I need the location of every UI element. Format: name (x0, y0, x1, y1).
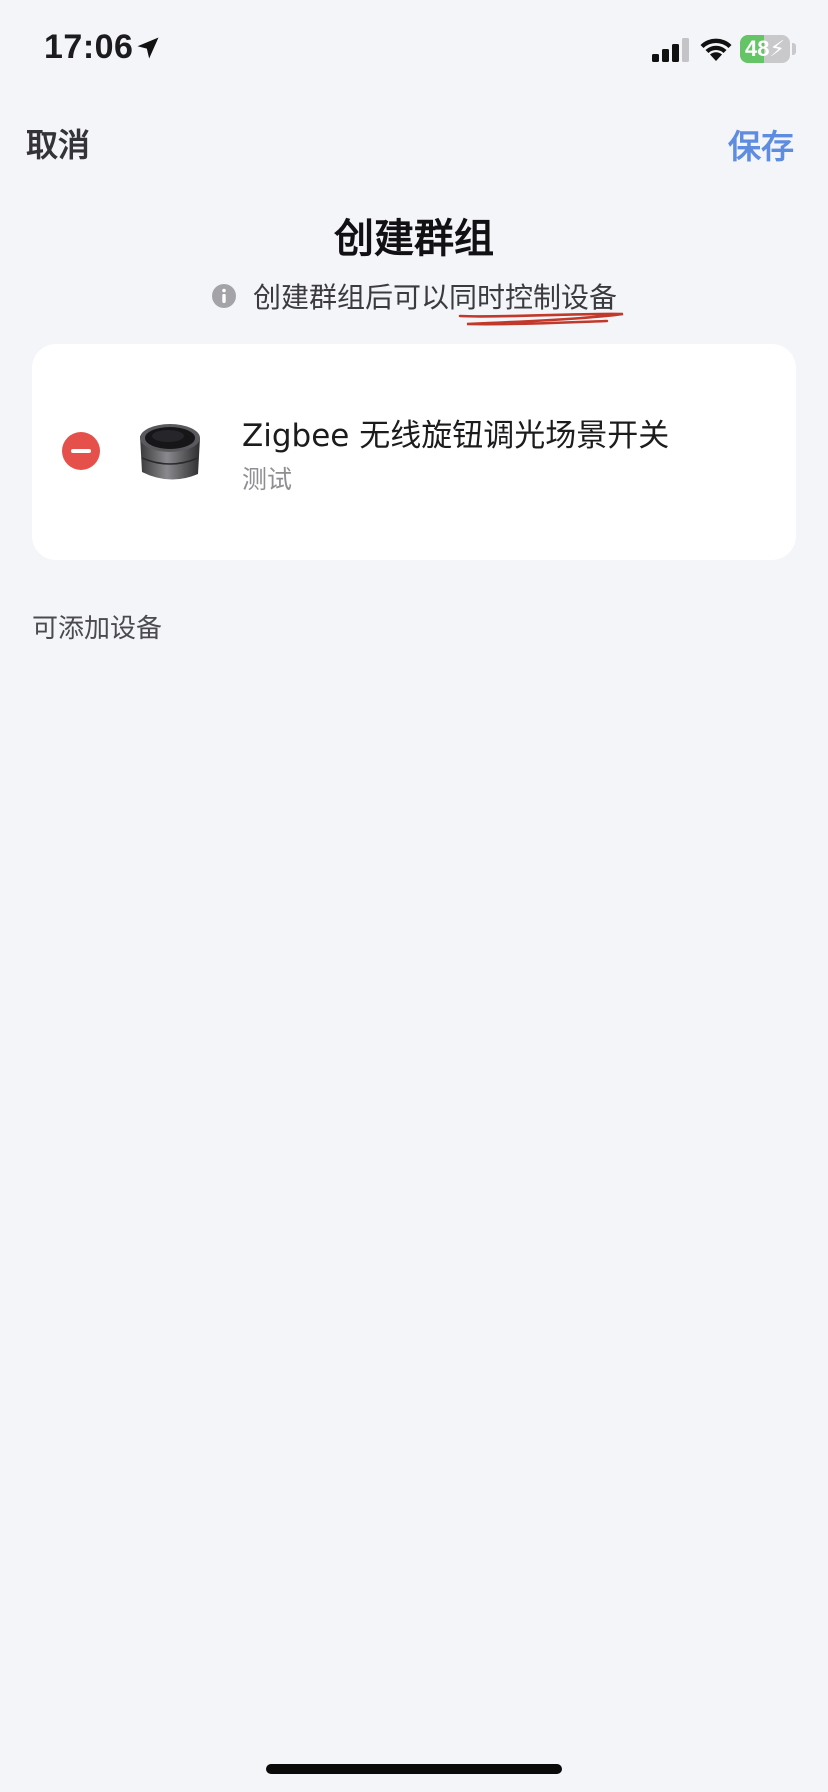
battery-level-text: 48⚡ (745, 36, 785, 61)
status-bar: 17:06 48⚡ (0, 0, 828, 100)
location-arrow-icon (137, 37, 159, 59)
signal-bars-icon (652, 38, 689, 62)
device-room: 测试 (242, 465, 293, 494)
selected-device-card: Zigbee 无线旋钮调光场景开关 测试 (32, 344, 796, 560)
battery-charging-icon: ⚡ (769, 36, 785, 61)
info-icon (211, 284, 236, 308)
wifi-icon (700, 38, 732, 61)
remove-device-button[interactable] (62, 432, 100, 470)
cancel-button[interactable]: 取消 (26, 120, 90, 166)
hint-row: 创建群组后可以同时控制设备 (0, 276, 828, 326)
hint-prefix: 创建群组后可以 (252, 281, 449, 314)
status-time: 17:06 (44, 28, 134, 66)
home-indicator[interactable] (266, 1764, 562, 1774)
battery-cap (792, 43, 796, 55)
knob-switch-device-image (140, 424, 200, 480)
create-group-screen: 17:06 48⚡ 取消 保存 创建群组 创建群组后可以同时控制设备 Zigbe… (0, 0, 828, 1792)
annotation-underline (458, 312, 624, 326)
page-title: 创建群组 (334, 216, 494, 262)
battery-indicator: 48⚡ (740, 35, 790, 63)
hint-text: 创建群组后可以同时控制设备 (252, 276, 624, 326)
save-button[interactable]: 保存 (728, 120, 794, 168)
device-name: Zigbee 无线旋钮调光场景开关 (242, 418, 670, 454)
available-devices-label: 可添加设备 (32, 614, 163, 644)
